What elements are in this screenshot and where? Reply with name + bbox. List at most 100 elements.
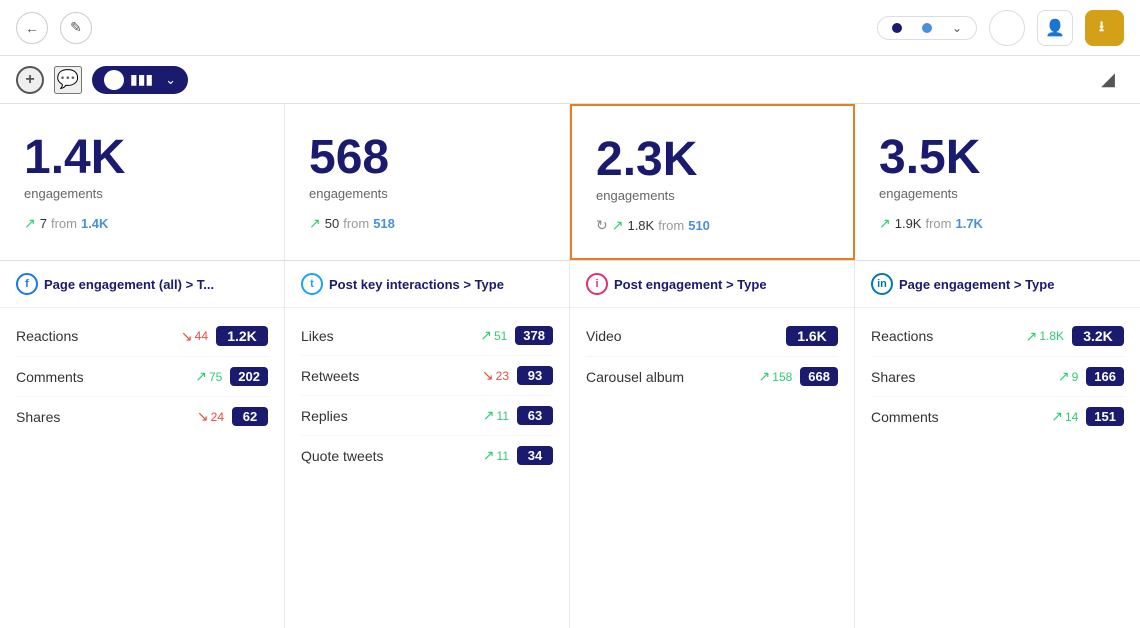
bar-chart-icon: ▮▮▮	[130, 71, 153, 88]
row-label: Reactions	[16, 328, 181, 344]
row-label: Replies	[301, 408, 483, 424]
panel-linkedin: in Page engagement > Type Reactions ↗1.8…	[855, 261, 1140, 628]
row-delta: ↗51	[480, 327, 507, 344]
more-options-button[interactable]	[989, 10, 1025, 46]
metric-value: 3.5K	[879, 134, 1116, 182]
panel-body: Reactions ↘44 1.2K Comments ↗75 202 Shar…	[0, 308, 284, 628]
row-value: 1.6K	[786, 326, 838, 346]
change-from: from	[925, 216, 951, 231]
panel-row-1: Shares ↗9 166	[871, 357, 1124, 397]
row-value: 63	[517, 406, 553, 425]
edit-button[interactable]: ✎	[60, 12, 92, 44]
row-label: Comments	[871, 409, 1051, 425]
row-label: Shares	[16, 409, 197, 425]
arrow-up-icon: ↗	[879, 215, 891, 232]
panel-row-1: Comments ↗75 202	[16, 357, 268, 397]
panel-header: f Page engagement (all) > T...	[0, 261, 284, 308]
row-label: Comments	[16, 369, 195, 385]
panel-row-0: Likes ↗51 378	[301, 316, 553, 356]
metric-label: engagements	[879, 186, 1116, 201]
metric-label: engagements	[596, 188, 829, 203]
row-arrow-up-icon: ↗	[759, 368, 771, 385]
panel-row-1: Retweets ↘23 93	[301, 356, 553, 396]
panel-row-1: Carousel album ↗158 668	[586, 357, 838, 396]
row-delta: ↗75	[195, 368, 222, 385]
chat-button[interactable]: 💬	[54, 66, 82, 94]
date2-dot	[922, 23, 932, 33]
change-prev: 510	[688, 218, 710, 233]
linkedin-icon: in	[871, 273, 893, 295]
metric-change: ↗ 1.9K from 1.7K	[879, 215, 1116, 232]
secondbar: + 💬 ▮▮▮ ⌄ ◢	[0, 56, 1140, 104]
facebook-icon: f	[16, 273, 38, 295]
twitter-icon: t	[301, 273, 323, 295]
back-button[interactable]: ←	[16, 12, 48, 44]
topbar: ← ✎ ⌄ 👤 ⭳	[0, 0, 1140, 56]
row-label: Retweets	[301, 368, 482, 384]
add-button[interactable]: +	[16, 66, 44, 94]
row-arrow-down-icon: ↘	[197, 408, 209, 425]
row-delta: ↗11	[483, 447, 509, 464]
metric-label: engagements	[24, 186, 260, 201]
filter-button[interactable]: ◢	[1092, 64, 1124, 96]
panel-row-0: Video 1.6K	[586, 316, 838, 357]
panel-header: in Page engagement > Type	[855, 261, 1140, 308]
social-accounts-selector[interactable]: ▮▮▮ ⌄	[92, 66, 188, 94]
row-delta: ↗158	[759, 368, 793, 385]
social-count	[104, 70, 124, 90]
metric-change: ↗ 50 from 518	[309, 215, 545, 232]
panel-title: Page engagement (all) > T...	[44, 277, 214, 292]
row-delta: ↘44	[181, 328, 208, 345]
change-number: 1.9K	[895, 216, 922, 231]
row-value: 202	[230, 367, 268, 386]
row-value: 3.2K	[1072, 326, 1124, 346]
panel-row-2: Comments ↗14 151	[871, 397, 1124, 436]
panel-row-3: Quote tweets ↗11 34	[301, 436, 553, 475]
chevron-down-icon: ⌄	[952, 21, 962, 35]
metric-card-1[interactable]: 568 engagements ↗ 50 from 518	[285, 104, 570, 260]
row-arrow-up-icon: ↗	[1051, 408, 1063, 425]
change-number: 1.8K	[627, 218, 654, 233]
metric-card-2[interactable]: 2.3K engagements ↻ ↗ 1.8K from 510	[570, 104, 855, 260]
sync-icon: ↻	[596, 217, 608, 234]
metric-change: ↻ ↗ 1.8K from 510	[596, 217, 829, 234]
export-button[interactable]: ⭳	[1085, 10, 1124, 46]
change-prev: 518	[373, 216, 395, 231]
row-delta: ↘24	[197, 408, 224, 425]
row-arrow-up-icon: ↗	[195, 368, 207, 385]
row-delta: ↗11	[483, 407, 509, 424]
row-label: Likes	[301, 328, 480, 344]
row-value: 34	[517, 446, 553, 465]
row-arrow-up-icon: ↗	[1058, 368, 1070, 385]
change-from: from	[51, 216, 77, 231]
change-prev: 1.7K	[955, 216, 982, 231]
row-delta: ↗1.8K	[1026, 328, 1064, 345]
date1-dot	[892, 23, 902, 33]
row-arrow-down-icon: ↘	[181, 328, 193, 345]
panel-body: Video 1.6K Carousel album ↗158 668	[570, 308, 854, 628]
date-range-selector[interactable]: ⌄	[877, 16, 977, 40]
change-number: 50	[325, 216, 339, 231]
arrow-up-icon: ↗	[612, 217, 624, 234]
row-delta: ↗9	[1058, 368, 1078, 385]
row-value: 378	[515, 326, 553, 345]
panel-body: Likes ↗51 378 Retweets ↘23 93 Replies ↗1…	[285, 308, 569, 628]
metric-card-3[interactable]: 3.5K engagements ↗ 1.9K from 1.7K	[855, 104, 1140, 260]
row-arrow-down-icon: ↘	[482, 367, 494, 384]
panel-header: t Post key interactions > Type	[285, 261, 569, 308]
row-arrow-up-icon: ↗	[483, 447, 495, 464]
panel-header: i Post engagement > Type	[570, 261, 854, 308]
metric-value: 1.4K	[24, 134, 260, 182]
row-value: 166	[1086, 367, 1124, 386]
panel-title: Post key interactions > Type	[329, 277, 504, 292]
change-prev: 1.4K	[81, 216, 108, 231]
metrics-row: 1.4K engagements ↗ 7 from 1.4K 568 engag…	[0, 104, 1140, 261]
change-number: 7	[40, 216, 47, 231]
user-button[interactable]: 👤	[1037, 10, 1073, 46]
panel-row-2: Replies ↗11 63	[301, 396, 553, 436]
row-delta: ↘23	[482, 367, 509, 384]
panel-instagram: i Post engagement > Type Video 1.6K Caro…	[570, 261, 855, 628]
row-value: 93	[517, 366, 553, 385]
metric-card-0[interactable]: 1.4K engagements ↗ 7 from 1.4K	[0, 104, 285, 260]
row-arrow-up-icon: ↗	[483, 407, 495, 424]
